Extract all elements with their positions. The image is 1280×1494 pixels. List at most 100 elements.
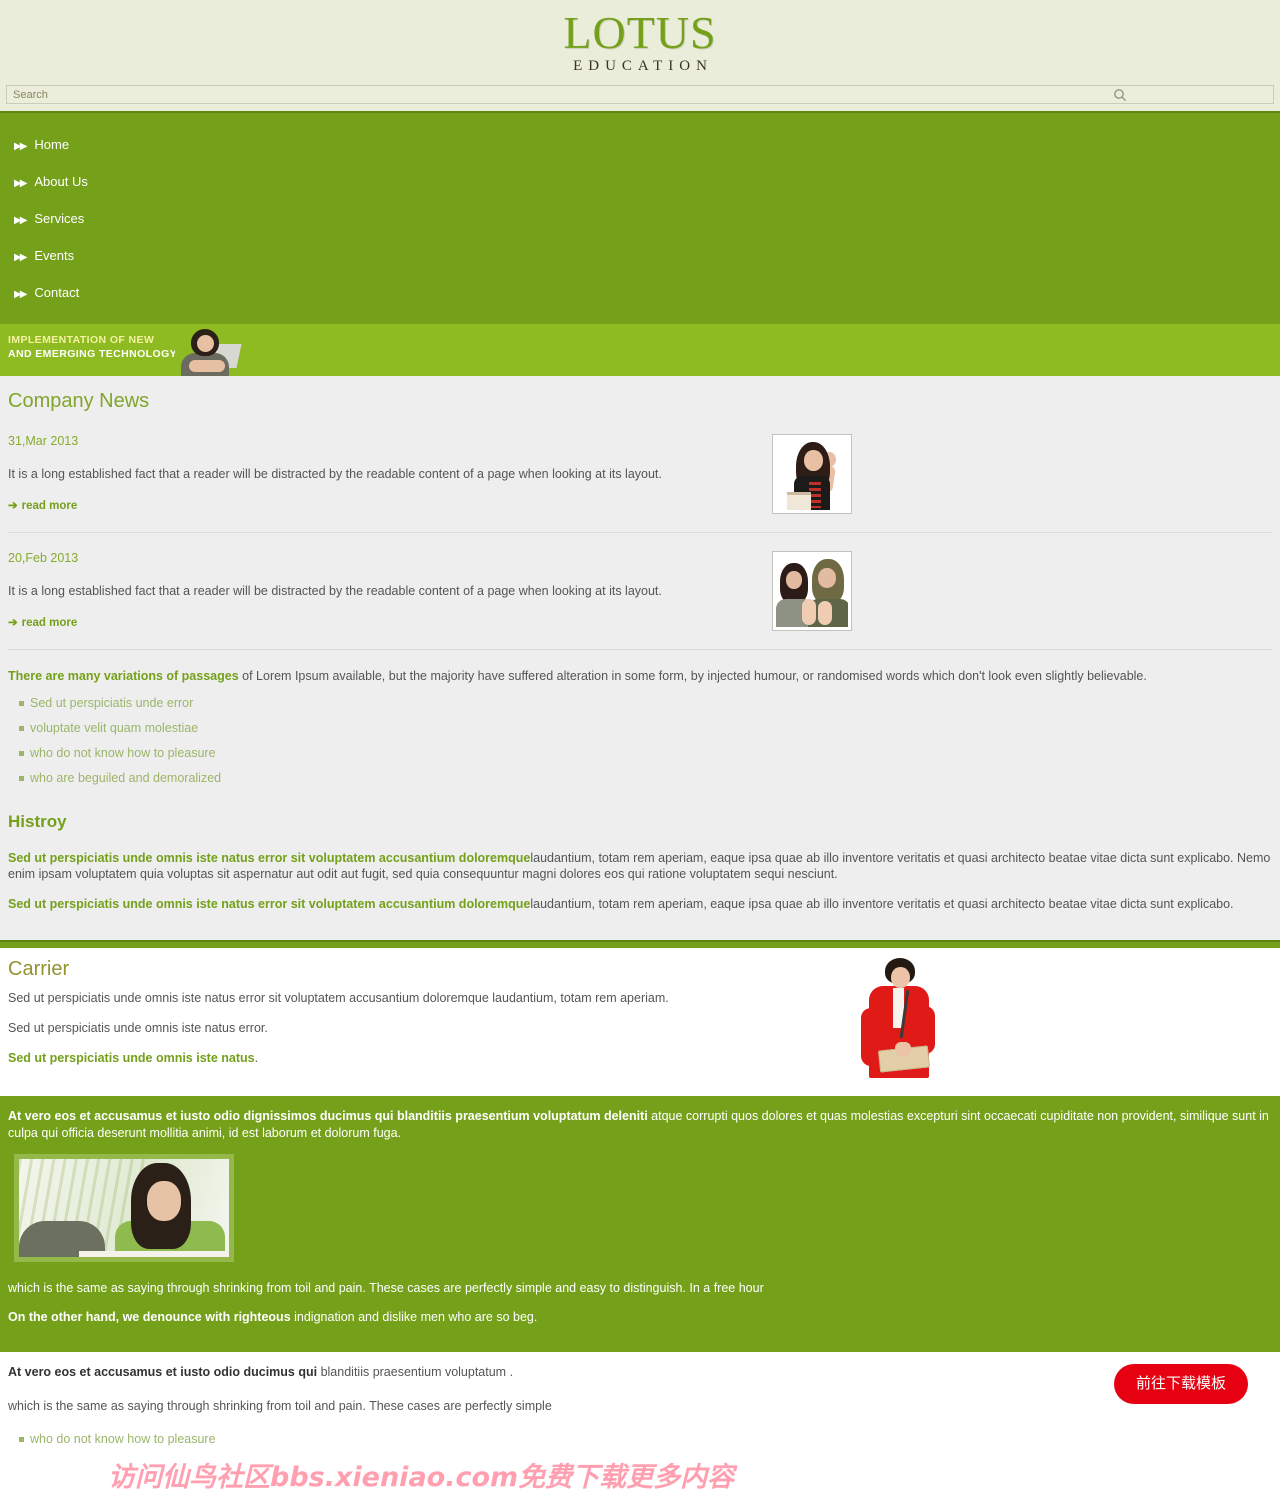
- company-news-section: Company News 31,Mar 2013 It is a long es…: [0, 376, 1280, 940]
- list-item: Sed ut perspiciatis unde error: [8, 696, 1272, 721]
- photo-book-shape: [79, 1251, 229, 1257]
- nav-label: Events: [34, 248, 75, 263]
- search-icon[interactable]: [1113, 88, 1127, 102]
- lead-paragraph-rest: of Lorem Ipsum available, but the majori…: [238, 669, 1147, 683]
- sidebar-item-services[interactable]: ▶▶ Services: [0, 201, 1280, 238]
- carrier-photo: [855, 956, 941, 1080]
- lead-paragraph: There are many variations of passages of…: [8, 668, 1272, 684]
- news-item: 20,Feb 2013 It is a long established fac…: [8, 551, 1272, 647]
- logo-primary-text: LOTUS: [563, 7, 717, 58]
- list-item: who do not know how to pleasure: [8, 746, 1272, 771]
- page-title: Company News: [8, 390, 150, 412]
- divider: [8, 649, 1272, 650]
- thumb2-face-a-shape: [786, 571, 802, 589]
- sidebar-item-events[interactable]: ▶▶ Events: [0, 238, 1280, 275]
- thumb2-thumbsup-right-shape: [818, 601, 832, 625]
- feature-list: Sed ut perspiciatis unde error voluptate…: [8, 696, 1272, 796]
- history-title: Histroy: [8, 812, 67, 831]
- read-more-link[interactable]: ➔ read more: [8, 500, 77, 512]
- history-paragraph: Sed ut perspiciatis unde omnis iste natu…: [8, 850, 1272, 882]
- news-date: 31,Mar 2013: [8, 434, 79, 448]
- download-template-button[interactable]: 前往下载模板: [1113, 1364, 1248, 1404]
- sidebar-item-about-us[interactable]: ▶▶ About Us: [0, 164, 1280, 201]
- news-thumbnail[interactable]: [772, 551, 852, 631]
- history-paragraph-rest: laudantium, totam rem aperiam, eaque ips…: [530, 897, 1234, 911]
- banner-headline: IMPLEMENTATION OF NEW AND EMERGING TECHN…: [8, 333, 177, 361]
- banner-line-1: IMPLEMENTATION OF NEW: [8, 334, 155, 346]
- nav-label: Services: [34, 211, 85, 226]
- news-body: It is a long established fact that a rea…: [8, 467, 662, 481]
- banner-arm-shape: [189, 360, 225, 372]
- green-content-section: At vero eos et accusamus et iusto odio d…: [0, 1096, 1280, 1352]
- carrier-paragraph-highlight: Sed ut perspiciatis unde omnis iste natu…: [8, 1050, 1272, 1066]
- carrier-paragraph: Sed ut perspiciatis unde omnis iste natu…: [8, 991, 669, 1005]
- history-paragraph-highlight: Sed ut perspiciatis unde omnis iste natu…: [8, 851, 531, 865]
- bottom-paragraph-highlight: At vero eos et accusamus et iusto odio d…: [8, 1365, 318, 1379]
- double-chevron-icon: ▶▶: [14, 141, 27, 152]
- carrier-highlight-text: Sed ut perspiciatis unde omnis iste natu…: [8, 1051, 255, 1065]
- divider: [8, 532, 1272, 533]
- double-chevron-icon: ▶▶: [14, 289, 27, 300]
- nav-label: Home: [34, 137, 70, 152]
- double-chevron-icon: ▶▶: [14, 178, 27, 189]
- search-field-wrapper[interactable]: [6, 85, 1274, 104]
- double-chevron-icon: ▶▶: [14, 215, 27, 226]
- green-paragraph: On the other hand, we denounce with righ…: [8, 1309, 1272, 1326]
- lead-paragraph-highlight: There are many variations of passages: [8, 669, 239, 683]
- green-paragraph-highlight: On the other hand, we denounce with righ…: [8, 1310, 291, 1324]
- bottom-section: At vero eos et accusamus et iusto odio d…: [0, 1352, 1280, 1491]
- hero-banner: IMPLEMENTATION OF NEW AND EMERGING TECHN…: [0, 324, 1280, 376]
- green-paragraph-rest: indignation and dislike men who are so b…: [290, 1310, 538, 1324]
- list-item: who are beguiled and demoralized: [8, 771, 1272, 796]
- sidebar-item-home[interactable]: ▶▶ Home: [0, 127, 1280, 164]
- section-separator: [0, 940, 1280, 948]
- history-paragraph-highlight: Sed ut perspiciatis unde omnis iste natu…: [8, 897, 531, 911]
- banner-photo: [175, 324, 243, 376]
- sidebar-item-contact[interactable]: ▶▶ Contact: [0, 275, 1280, 312]
- carrier-title: Carrier: [8, 958, 70, 980]
- thumb1-books-shape: [787, 492, 811, 510]
- read-more-label: read more: [21, 617, 78, 629]
- main-navigation: ▶▶ Home ▶▶ About Us ▶▶ Services ▶▶ Events ▶▶…: [0, 111, 1280, 324]
- history-paragraph: Sed ut perspiciatis unde omnis iste natu…: [8, 896, 1272, 912]
- photo-face-shape: [147, 1181, 181, 1221]
- carrier-hand-shape: [895, 1042, 911, 1056]
- carrier-highlight-rest: .: [254, 1051, 259, 1065]
- news-thumbnail-image: [776, 555, 848, 627]
- arrow-right-icon: ➔: [8, 617, 18, 629]
- carrier-paragraph: Sed ut perspiciatis unde omnis iste natu…: [8, 1021, 268, 1035]
- site-logo[interactable]: LOTUS EDUCATION: [0, 7, 1280, 75]
- read-more-label: read more: [21, 500, 78, 512]
- site-header: LOTUS EDUCATION: [0, 0, 1280, 82]
- arrow-right-icon: ➔: [8, 500, 18, 512]
- carrier-section: Carrier Sed ut perspiciatis unde omnis i…: [0, 948, 1280, 1096]
- list-item: voluptate velit quam molestiae: [8, 721, 1272, 746]
- thumb1-face-shape: [804, 450, 823, 471]
- green-paragraph-highlight: At vero eos et accusamus et iusto odio d…: [8, 1109, 648, 1123]
- list-item: who do not know how to pleasure: [8, 1432, 1272, 1457]
- carrier-face-shape: [891, 967, 910, 988]
- search-bar: [0, 82, 1280, 111]
- read-more-link[interactable]: ➔ read more: [8, 617, 77, 629]
- banner-face-shape: [197, 335, 214, 352]
- news-body: It is a long established fact that a rea…: [8, 584, 662, 598]
- green-paragraph: which is the same as saying through shri…: [8, 1281, 764, 1295]
- thumb2-thumbsup-left-shape: [802, 599, 816, 625]
- bottom-paragraph: At vero eos et accusamus et iusto odio d…: [8, 1364, 1272, 1380]
- bottom-feature-list: who do not know how to pleasure: [8, 1432, 1272, 1457]
- news-thumbnail-image: [776, 438, 848, 510]
- nav-label: About Us: [34, 174, 88, 189]
- news-item: 31,Mar 2013 It is a long established fac…: [8, 434, 1272, 530]
- double-chevron-icon: ▶▶: [14, 252, 27, 263]
- news-thumbnail[interactable]: [772, 434, 852, 514]
- banner-line-2: AND EMERGING TECHNOLOGY: [8, 348, 178, 360]
- green-paragraph: At vero eos et accusamus et iusto odio d…: [8, 1108, 1272, 1142]
- search-input[interactable]: [7, 86, 1097, 103]
- news-date: 20,Feb 2013: [8, 551, 79, 565]
- logo-secondary-text: EDUCATION: [573, 58, 713, 74]
- nav-label: Contact: [34, 285, 80, 300]
- thumb2-face-b-shape: [818, 568, 836, 588]
- green-section-photo: [14, 1154, 234, 1262]
- bottom-paragraph-rest: blanditiis praesentium voluptatum .: [317, 1365, 514, 1379]
- bottom-paragraph: which is the same as saying through shri…: [8, 1399, 552, 1413]
